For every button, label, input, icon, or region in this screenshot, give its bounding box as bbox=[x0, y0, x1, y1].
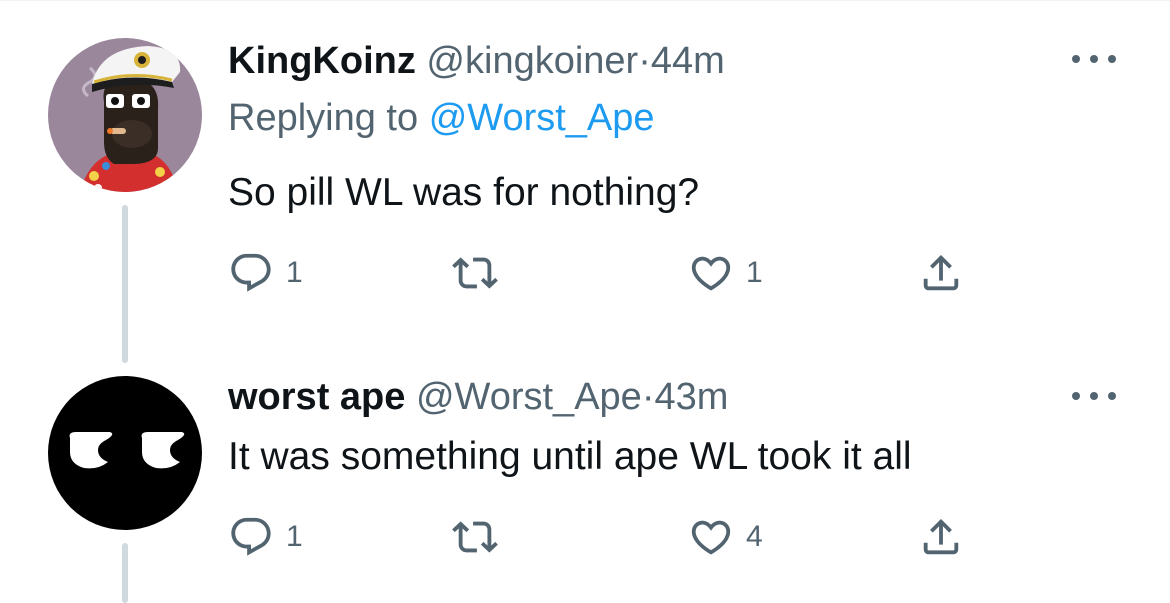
share-icon bbox=[923, 254, 959, 291]
more-dot bbox=[1108, 55, 1116, 63]
tweet-text: It was something until ape WL took it al… bbox=[228, 435, 912, 478]
tweet-timestamp[interactable]: 43m bbox=[654, 376, 728, 418]
retweet-button[interactable] bbox=[452, 250, 498, 296]
replying-mention-link[interactable]: @Worst_Ape bbox=[429, 97, 655, 139]
avatar[interactable] bbox=[48, 376, 202, 530]
like-button[interactable]: 4 bbox=[688, 514, 763, 560]
reply-count: 1 bbox=[286, 520, 303, 553]
replying-to: Replying to @Worst_Ape bbox=[228, 96, 655, 140]
like-count: 4 bbox=[746, 520, 763, 553]
more-dot bbox=[1072, 55, 1080, 63]
share-button[interactable] bbox=[918, 514, 964, 560]
more-dot bbox=[1072, 392, 1080, 400]
share-button[interactable] bbox=[918, 250, 964, 296]
more-dot bbox=[1090, 392, 1098, 400]
author-handle[interactable]: @Worst_Ape bbox=[416, 376, 642, 418]
reply-button[interactable]: 1 bbox=[228, 250, 303, 296]
like-count: 1 bbox=[746, 256, 763, 289]
thread-line bbox=[122, 205, 128, 363]
retweet-icon bbox=[452, 521, 498, 553]
separator-dot: · bbox=[638, 40, 651, 82]
thread-line bbox=[122, 543, 128, 603]
more-dot bbox=[1108, 392, 1116, 400]
tweet-header: KingKoinz @kingkoiner·44m bbox=[228, 39, 725, 83]
more-icon[interactable] bbox=[1072, 390, 1116, 402]
tweet-header: worst ape @Worst_Ape·43m bbox=[228, 375, 728, 419]
reply-count: 1 bbox=[286, 256, 303, 289]
share-icon bbox=[923, 518, 959, 555]
top-divider bbox=[0, 0, 1170, 1]
author-name[interactable]: KingKoinz bbox=[228, 40, 416, 82]
reply-button[interactable]: 1 bbox=[228, 514, 303, 560]
separator-dot: · bbox=[641, 376, 655, 418]
like-button[interactable]: 1 bbox=[688, 250, 763, 296]
author-name[interactable]: worst ape bbox=[228, 376, 405, 418]
avatar[interactable] bbox=[48, 38, 202, 192]
heart-icon bbox=[691, 256, 731, 291]
captain-ape-avatar-icon bbox=[48, 38, 202, 192]
white-eyes-avatar-icon bbox=[48, 376, 202, 530]
tweet-text: So pill WL was for nothing? bbox=[228, 171, 700, 214]
retweet-button[interactable] bbox=[452, 514, 498, 560]
reply-icon bbox=[231, 517, 271, 556]
replying-prefix: Replying to bbox=[228, 97, 419, 139]
more-dot bbox=[1090, 55, 1098, 63]
reply-icon bbox=[231, 253, 271, 292]
author-handle[interactable]: @kingkoiner bbox=[426, 40, 638, 82]
tweet-timestamp[interactable]: 44m bbox=[651, 40, 725, 82]
retweet-icon bbox=[452, 257, 498, 289]
more-icon[interactable] bbox=[1072, 53, 1116, 65]
heart-icon bbox=[691, 520, 731, 555]
